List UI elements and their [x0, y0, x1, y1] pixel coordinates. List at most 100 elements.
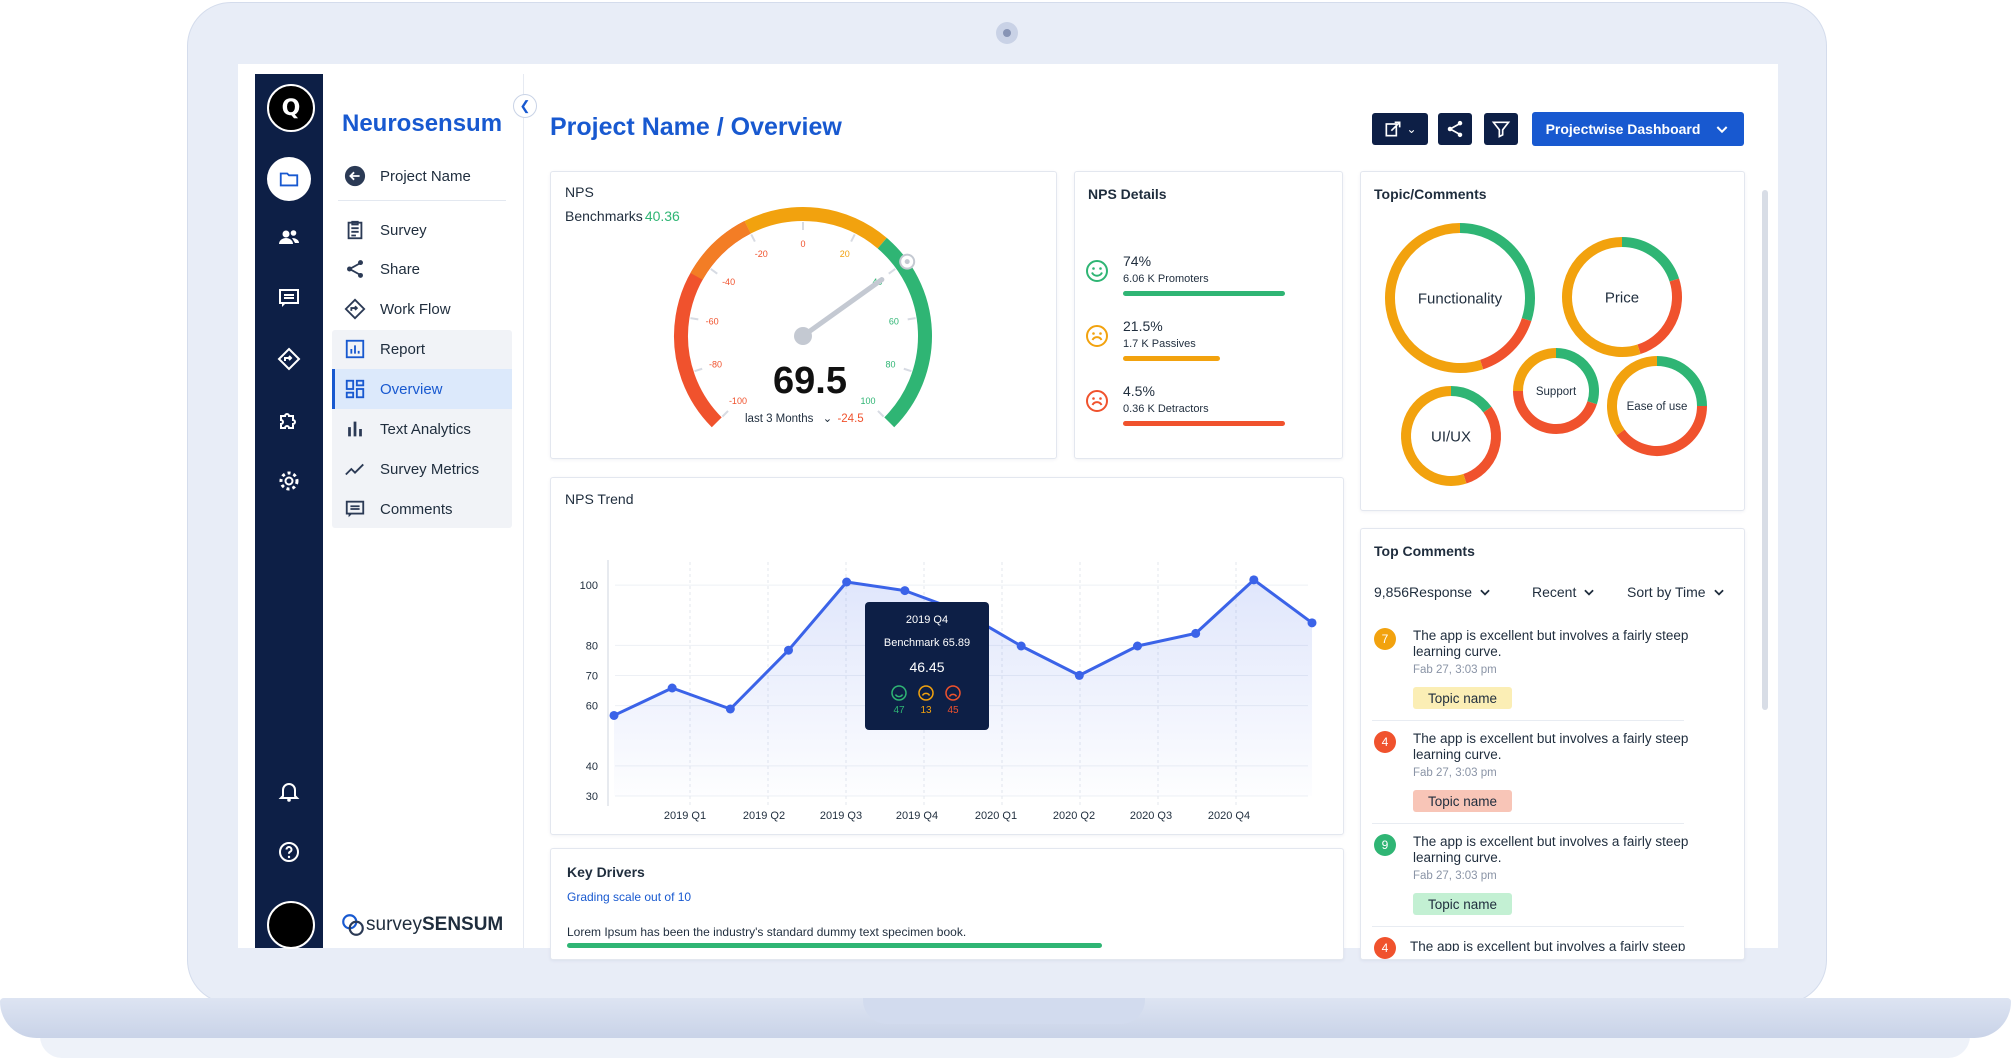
trend-point [1307, 618, 1317, 628]
filter-icon [1491, 121, 1511, 138]
neutral-face-icon [918, 685, 934, 701]
comment-text[interactable]: The app is excellent but involves a fair… [1413, 731, 1723, 763]
trend-point [784, 645, 793, 655]
comment-rating-badge: 4 [1374, 937, 1396, 959]
comment-date: Fab 27, 3:03 pm [1413, 767, 1497, 779]
logo-mark-icon [342, 914, 364, 936]
topic-tag[interactable]: Topic name [1413, 790, 1513, 812]
gauge-tick-label: -60 [706, 317, 719, 327]
gauge-tick [710, 268, 718, 275]
puzzle-icon[interactable] [255, 400, 323, 440]
sort-select[interactable]: Sort by Time [1627, 584, 1726, 600]
app-logo[interactable]: Q [267, 84, 315, 132]
export-button[interactable]: ⌄ [1372, 113, 1428, 145]
collapse-nav-button[interactable]: ❮ [513, 94, 537, 118]
response-filter[interactable]: 9,856Response [1374, 584, 1492, 600]
chevron-down-icon [1713, 589, 1724, 596]
folder-icon[interactable] [267, 157, 311, 201]
nps-detail-row: 21.5% 1.7 K Passives [1085, 318, 1305, 364]
key-drivers-subtitle: Grading scale out of 10 [567, 890, 692, 904]
laptop-notch [863, 998, 1145, 1024]
gear-icon[interactable] [255, 461, 323, 501]
topic-tag[interactable]: Topic name [1413, 687, 1513, 709]
dashboard-select[interactable]: Projectwise Dashboard [1532, 112, 1744, 146]
key-drivers-title: Key Drivers [567, 864, 645, 880]
comment-rating-badge: 9 [1374, 834, 1396, 856]
x-tick-label: 2019 Q4 [896, 810, 938, 822]
topic-tag[interactable]: Topic name [1413, 893, 1513, 915]
y-tick-label: 80 [586, 640, 598, 652]
page-title: Project Name / Overview [550, 113, 842, 141]
x-tick-label: 2019 Q1 [664, 810, 706, 822]
chevron-down-icon [1584, 589, 1595, 596]
avatar[interactable] [267, 901, 315, 949]
nav-item-survey[interactable]: Survey [332, 211, 512, 249]
gauge-tick [750, 233, 756, 243]
recent-filter[interactable]: Recent [1532, 584, 1596, 600]
comment-text[interactable]: The app is excellent but involves a fair… [1413, 834, 1723, 866]
gauge-green-arc [877, 237, 932, 428]
chart-tooltip: 2019 Q4 Benchmark 65.89 46.45 47 13 45 [865, 602, 989, 730]
comment-text[interactable]: The app is excellent but involves a fair… [1413, 628, 1723, 660]
nps-detail-row: 74% 6.06 K Promoters [1085, 253, 1305, 299]
gauge-tick [888, 268, 896, 275]
comment-date: Fab 27, 3:03 pm [1413, 870, 1497, 882]
gauge-tick-label: 20 [840, 249, 850, 259]
gauge-tick [694, 367, 703, 373]
camera-icon [996, 22, 1018, 44]
nav-label: Overview [380, 380, 443, 398]
gauge-tick [690, 317, 699, 321]
trend-point [725, 704, 735, 714]
bar-chart-icon [342, 416, 368, 442]
nav-label: Report [380, 340, 426, 358]
neutral-face-icon [1086, 325, 1108, 347]
comment-date: Fab 27, 3:03 pm [1413, 664, 1497, 676]
tooltip-promoters: 47 [893, 705, 905, 716]
period-select[interactable]: last 3 Months [745, 413, 813, 425]
nav-label: Comments [380, 500, 453, 518]
x-tick-label: 2020 Q3 [1130, 810, 1172, 822]
gauge-yellow-arc [744, 207, 887, 249]
clipboard-icon [342, 217, 368, 243]
top-comments-title: Top Comments [1374, 543, 1475, 559]
gauge-tick [903, 367, 912, 373]
help-icon[interactable] [255, 832, 323, 872]
share-button[interactable] [1438, 113, 1472, 145]
topic-bubble: Price [1562, 237, 1682, 357]
trend-point [1016, 641, 1026, 651]
nps-detail-label: 0.36 K Detractors [1123, 403, 1209, 415]
project-back-link[interactable]: Project Name [332, 157, 512, 195]
users-icon[interactable] [255, 217, 323, 257]
nps-trend-title: NPS Trend [565, 491, 634, 507]
topic-label: UI/UX [1431, 428, 1471, 445]
comment-text[interactable]: The app is excellent but involves a fair… [1410, 939, 1720, 951]
nav-item-comments[interactable]: Comments [332, 490, 512, 528]
bell-icon[interactable] [255, 771, 323, 811]
nav-label: Text Analytics [380, 420, 471, 438]
logo-text-prefix: survey [366, 914, 422, 935]
page-scrollbar[interactable] [1762, 190, 1768, 710]
gauge-tick [907, 317, 916, 321]
nav-item-text-analytics[interactable]: Text Analytics [332, 410, 512, 448]
tooltip-detractors: 45 [947, 705, 959, 716]
nps-detail-row: 4.5% 0.36 K Detractors [1085, 383, 1305, 429]
nps-detail-percent: 4.5% [1123, 383, 1155, 399]
benchmark-marker-dot [904, 259, 910, 265]
y-tick-label: 70 [586, 670, 598, 682]
topic-bubble: UI/UX [1401, 386, 1501, 486]
share-icon [1447, 120, 1463, 138]
workflow-icon[interactable] [255, 339, 323, 379]
y-tick-label: 30 [586, 791, 598, 803]
nav-item-survey-metrics[interactable]: Survey Metrics [332, 450, 512, 488]
nps-detail-bar [1123, 356, 1221, 361]
filter-button[interactable] [1484, 113, 1518, 145]
nav-item-report[interactable]: Report [332, 330, 512, 368]
gauge-tick-label: -100 [729, 396, 747, 406]
logo-text-suffix: SENSUM [421, 914, 504, 935]
nav-item-share[interactable]: Share [332, 250, 512, 288]
nav-label: Survey [380, 221, 427, 239]
nav-item-work-flow[interactable]: Work Flow [332, 290, 512, 328]
message-icon[interactable] [255, 278, 323, 318]
nav-item-overview[interactable]: Overview [332, 370, 512, 408]
topic-arc [1621, 237, 1680, 282]
